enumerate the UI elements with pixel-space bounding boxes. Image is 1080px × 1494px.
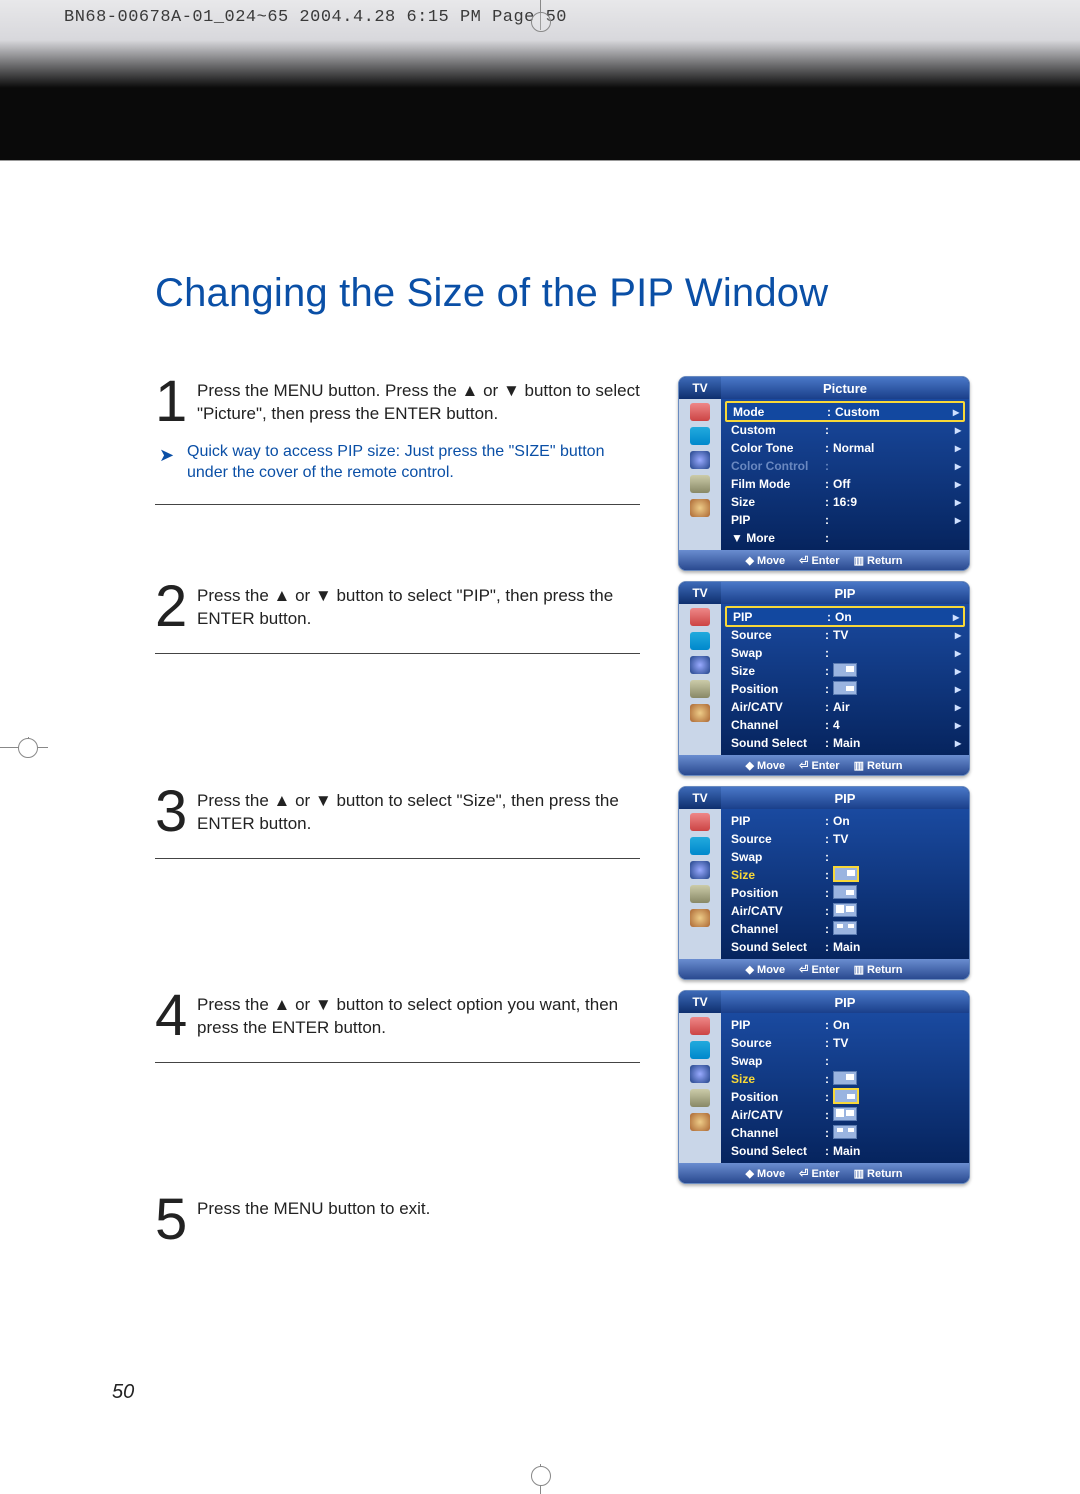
osd-menu-row: Size: [725, 866, 965, 884]
step-row: 1 Press the MENU button. Press the ▲ or … [155, 376, 970, 571]
step-number: 5 [155, 1194, 189, 1246]
crop-mark [531, 1466, 551, 1486]
osd-menu-row: Air/CATV: [725, 1106, 965, 1124]
osd-menu-row: Mode:Custom▸ [725, 401, 965, 422]
crop-mark [531, 12, 551, 32]
step-number: 1 [155, 376, 189, 428]
size-option-icon [833, 885, 857, 899]
osd-menu-row: PIP:On [725, 812, 965, 830]
step-text: Press the ▲ or ▼ button to select option… [197, 990, 640, 1042]
osd-menu-row: Air/CATV: [725, 902, 965, 920]
osd-menu: PIP:On▸ Source:TV▸ Swap:▸ Size:▸ Positio… [721, 604, 969, 755]
osd-panel: TVPicture Mode:Custom▸ Custom:▸ Color To… [678, 376, 970, 571]
osd-menu-row: PIP:▸ [725, 511, 965, 529]
size-option-icon [833, 1071, 857, 1085]
osd-menu-row: Position: [725, 1088, 965, 1106]
osd-footer: ◆ Move⏎ Enter▥ Return [679, 1163, 969, 1183]
divider [155, 1062, 640, 1063]
osd-panel: TVPIP PIP:On▸ Source:TV▸ Swap:▸ Size:▸ P… [678, 581, 970, 776]
osd-menu-row: Channel: [725, 1124, 965, 1142]
osd-menu: PIP:On Source:TV Swap: Size: Position: A… [721, 809, 969, 959]
step-number: 4 [155, 990, 189, 1042]
osd-menu-row: Sound Select:Main▸ [725, 734, 965, 752]
osd-footer: ◆ Move⏎ Enter▥ Return [679, 959, 969, 979]
tip-text: ➤Quick way to access PIP size: Just pres… [155, 442, 640, 484]
size-option-icon [833, 663, 857, 677]
osd-menu-row: Swap:▸ [725, 644, 965, 662]
step-row: 3 Press the ▲ or ▼ button to select "Siz… [155, 786, 970, 980]
osd-menu-row: PIP:On [725, 1016, 965, 1034]
osd-category-icons [679, 604, 721, 755]
osd-tv-label: TV [679, 991, 721, 1013]
page-title: Changing the Size of the PIP Window [155, 271, 970, 316]
size-option-icon [833, 921, 857, 935]
osd-menu-row: Sound Select:Main [725, 1142, 965, 1160]
osd-tv-label: TV [679, 582, 721, 604]
osd-menu-row: Size:16:9▸ [725, 493, 965, 511]
osd-menu-row: PIP:On▸ [725, 606, 965, 627]
osd-category-icons [679, 1013, 721, 1163]
osd-title: Picture [721, 377, 969, 399]
divider [155, 858, 640, 859]
step-row: 4 Press the ▲ or ▼ button to select opti… [155, 990, 970, 1184]
osd-tv-label: TV [679, 787, 721, 809]
step-text: Press the MENU button to exit. [197, 1194, 430, 1246]
osd-menu: PIP:On Source:TV Swap: Size: Position: A… [721, 1013, 969, 1163]
osd-menu-row: Source:TV [725, 1034, 965, 1052]
osd-tv-label: TV [679, 377, 721, 399]
osd-menu-row: Size: [725, 1070, 965, 1088]
arrow-icon: ➤ [159, 444, 174, 467]
size-option-icon [833, 1088, 859, 1104]
step-text: Press the ▲ or ▼ button to select "Size"… [197, 786, 640, 838]
osd-menu-row: Channel:4▸ [725, 716, 965, 734]
divider [155, 504, 640, 505]
crop-mark [18, 738, 38, 758]
step-number: 2 [155, 581, 189, 633]
osd-menu-row: Source:TV▸ [725, 626, 965, 644]
osd-menu-row: Size:▸ [725, 662, 965, 680]
osd-panel: TVPIP PIP:On Source:TV Swap: Size: Posit… [678, 786, 970, 980]
step-text: Press the MENU button. Press the ▲ or ▼ … [197, 376, 640, 428]
osd-title: PIP [721, 787, 969, 809]
osd-menu-row: Swap: [725, 848, 965, 866]
osd-footer: ◆ Move⏎ Enter▥ Return [679, 550, 969, 570]
osd-menu: Mode:Custom▸ Custom:▸ Color Tone:Normal▸… [721, 399, 969, 550]
step-text: Press the ▲ or ▼ button to select "PIP",… [197, 581, 640, 633]
osd-footer: ◆ Move⏎ Enter▥ Return [679, 755, 969, 775]
print-header-text: BN68-00678A-01_024~65 2004.4.28 6:15 PM … [64, 8, 567, 27]
size-option-icon [833, 681, 857, 695]
osd-menu-row: Film Mode:Off▸ [725, 475, 965, 493]
step-row: 2 Press the ▲ or ▼ button to select "PIP… [155, 581, 970, 776]
divider [155, 653, 640, 654]
osd-menu-row: Channel: [725, 920, 965, 938]
print-header-band: BN68-00678A-01_024~65 2004.4.28 6:15 PM … [0, 0, 1080, 161]
size-option-icon [833, 903, 857, 917]
osd-menu-row: Air/CATV:Air▸ [725, 698, 965, 716]
osd-menu-row: Position: [725, 884, 965, 902]
osd-menu-row: Color Control:▸ [725, 457, 965, 475]
osd-menu-row: ▼ More: [725, 529, 965, 547]
osd-title: PIP [721, 582, 969, 604]
osd-menu-row: Sound Select:Main [725, 938, 965, 956]
size-option-icon [833, 1107, 857, 1121]
osd-panel: TVPIP PIP:On Source:TV Swap: Size: Posit… [678, 990, 970, 1184]
osd-menu-row: Position:▸ [725, 680, 965, 698]
osd-category-icons [679, 399, 721, 550]
osd-title: PIP [721, 991, 969, 1013]
osd-menu-row: Source:TV [725, 830, 965, 848]
size-option-icon [833, 1125, 857, 1139]
osd-menu-row: Color Tone:Normal▸ [725, 439, 965, 457]
step-number: 3 [155, 786, 189, 838]
osd-menu-row: Swap: [725, 1052, 965, 1070]
osd-category-icons [679, 809, 721, 959]
step-row: 5 Press the MENU button to exit. [155, 1194, 970, 1246]
size-option-icon [833, 866, 859, 882]
page-number: 50 [112, 1381, 134, 1404]
osd-menu-row: Custom:▸ [725, 421, 965, 439]
